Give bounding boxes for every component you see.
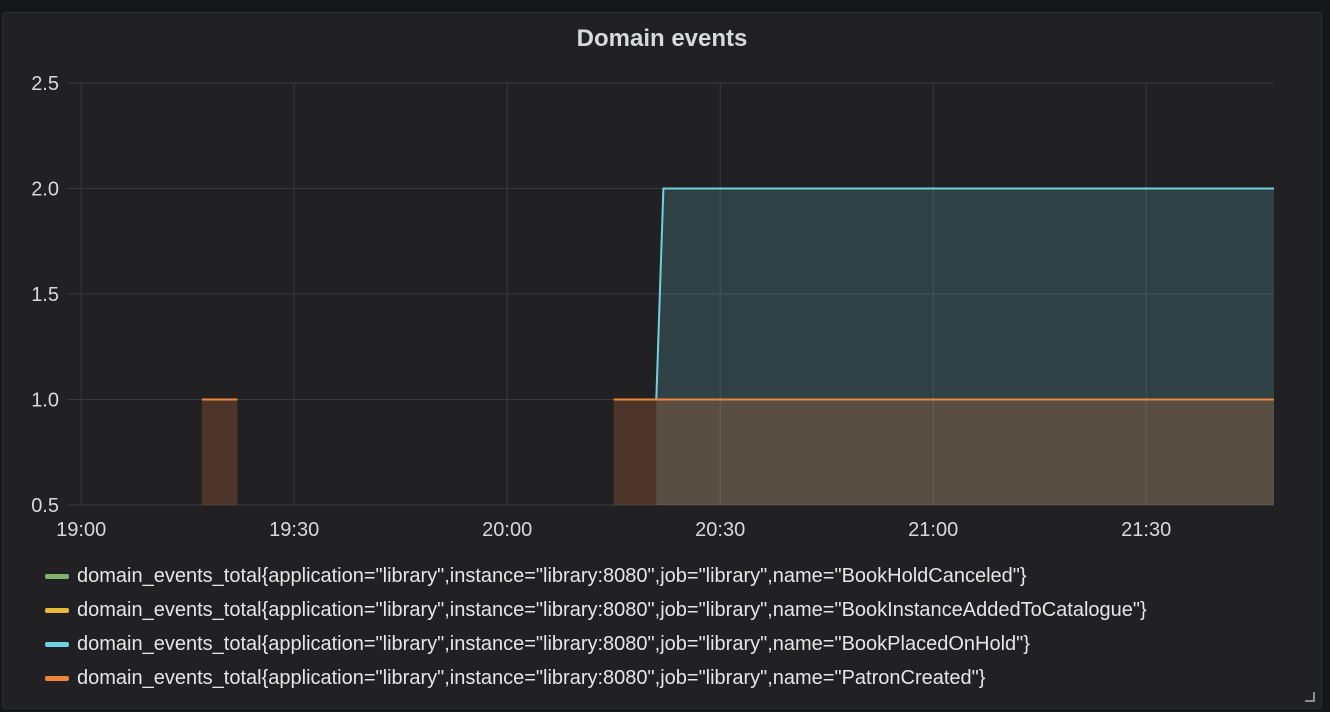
legend-swatch	[45, 641, 69, 647]
legend-swatch	[45, 573, 69, 579]
x-tick-label: 19:00	[56, 519, 106, 541]
legend-label[interactable]: domain_events_total{application="library…	[77, 633, 1030, 656]
y-tick-label: 2.0	[31, 179, 59, 201]
chart-plot: 0.5 1.0 1.5 2.0 2.5 19:00 19:30 20:00 20:30 21:00…	[31, 73, 1274, 541]
series-area-patroncreated	[201, 399, 238, 505]
y-tick-label: 2.5	[31, 73, 59, 95]
legend-label[interactable]: domain_events_total{application="library…	[77, 667, 985, 690]
legend-item[interactable]: domain_events_total{application="library…	[45, 627, 1147, 661]
graph-panel: Domain events 0.5 1.0 1.5 2.0 2.5 19:00 19:30 2…	[2, 12, 1322, 709]
legend: domain_events_total{application="library…	[45, 559, 1147, 695]
legend-label[interactable]: domain_events_total{application="library…	[77, 599, 1147, 622]
x-tick-label: 20:30	[695, 519, 745, 541]
y-tick-label: 1.5	[31, 284, 59, 306]
x-tick-label: 20:00	[482, 519, 532, 541]
y-tick-label: 1.0	[31, 390, 59, 412]
x-tick-label: 19:30	[269, 519, 319, 541]
x-tick-label: 21:00	[908, 519, 958, 541]
legend-swatch	[45, 675, 69, 681]
x-tick-label: 21:30	[1121, 519, 1171, 541]
resize-handle[interactable]	[1305, 692, 1315, 702]
legend-item[interactable]: domain_events_total{application="library…	[45, 593, 1147, 627]
legend-item[interactable]: domain_events_total{application="library…	[45, 661, 1147, 695]
series-area-patroncreated	[613, 399, 1274, 505]
y-tick-label: 0.5	[31, 495, 59, 517]
legend-swatch	[45, 607, 69, 613]
legend-item[interactable]: domain_events_total{application="library…	[45, 559, 1147, 593]
legend-label[interactable]: domain_events_total{application="library…	[77, 565, 1027, 588]
